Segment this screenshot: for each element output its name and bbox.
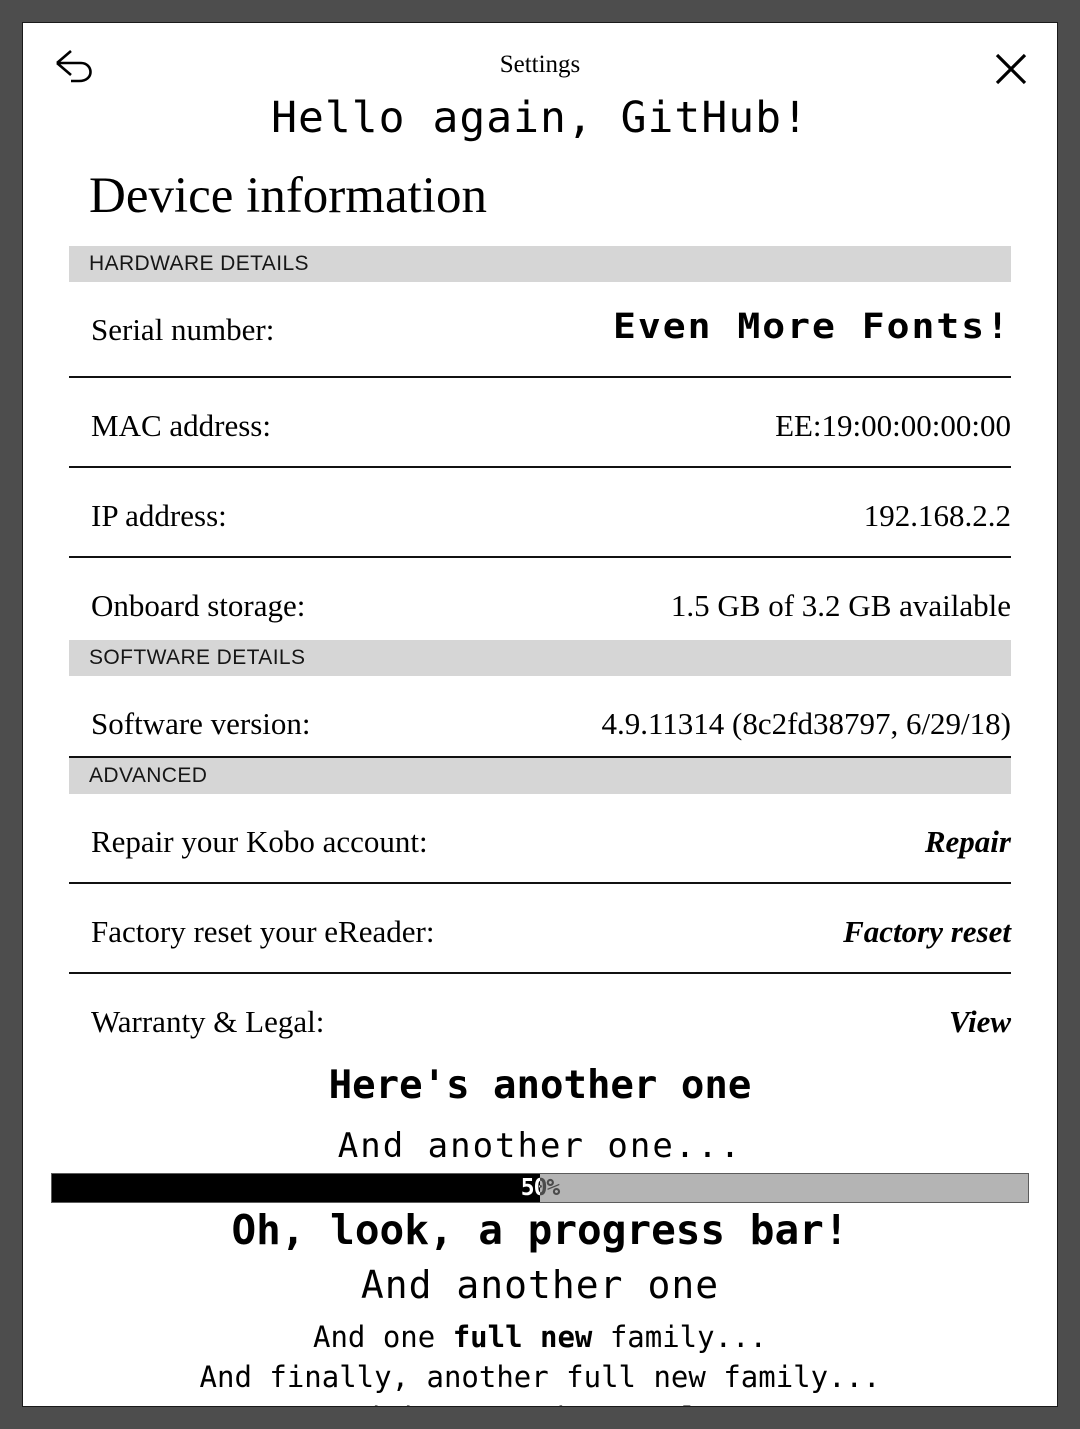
row-value-onboard-storage: 1.5 GB of 3.2 GB available — [670, 588, 1011, 624]
row-value-mac-address: EE:19:00:00:00:00 — [775, 408, 1011, 444]
row-label: Factory reset your eReader: — [91, 914, 435, 950]
table-row-mac-address: MAC address: EE:19:00:00:00:00 — [69, 378, 1011, 469]
row-label: MAC address: — [91, 408, 271, 444]
greeting-banner: Hello again, GitHub! — [271, 93, 809, 143]
section-header-label: ADVANCED — [89, 764, 208, 788]
font-sample-line-5-bold: full new — [452, 1319, 593, 1354]
section-header-hardware: HARDWARE DETAILS — [69, 246, 1011, 283]
font-sample-line-5: And one full new family... — [23, 1319, 1057, 1354]
font-sample-line-5-prefix: And one — [313, 1319, 453, 1354]
row-label: Repair your Kobo account: — [91, 824, 428, 860]
font-sample-line-4: And another one — [360, 1262, 720, 1307]
font-sample-line-5-suffix: family... — [592, 1319, 767, 1354]
progress-bar: 50% — [51, 1172, 1029, 1203]
section-header-label: SOFTWARE DETAILS — [89, 646, 306, 670]
table-row-repair-account[interactable]: Repair your Kobo account: Repair — [69, 794, 1011, 885]
section-header-label: HARDWARE DETAILS — [89, 252, 309, 276]
row-label: Warranty & Legal: — [91, 1004, 325, 1040]
row-label: Onboard storage: — [91, 588, 306, 624]
row-label: Software version: — [91, 706, 311, 742]
table-row-warranty-legal[interactable]: Warranty & Legal: View — [69, 974, 1011, 1056]
table-row-onboard-storage: Onboard storage: 1.5 GB of 3.2 GB availa… — [69, 558, 1011, 640]
screen: Settings Hello again, GitHub! Device inf… — [22, 22, 1058, 1407]
font-sample-line-6: And finally, another full new family... — [199, 1360, 881, 1395]
device-frame: Settings Hello again, GitHub! Device inf… — [0, 0, 1080, 1429]
section-header-software: SOFTWARE DETAILS — [69, 640, 1011, 677]
row-label: IP address: — [91, 498, 227, 534]
font-sample-line-1: Here's another one — [328, 1063, 752, 1109]
row-value-software-version: 4.9.11314 (8c2fd38797, 6/29/18) — [601, 706, 1011, 742]
settings-list: HARDWARE DETAILS Serial number: Even Mor… — [69, 246, 1011, 1056]
font-sample-line-2: And another one... — [337, 1126, 743, 1167]
table-row-ip-address: IP address: 192.168.2.2 — [69, 468, 1011, 559]
view-warranty-button[interactable]: View — [949, 974, 1011, 1040]
page-header-title: Settings — [499, 51, 581, 78]
table-row-software-version: Software version: 4.9.11314 (8c2fd38797,… — [69, 676, 1011, 759]
progress-bar-label: 50% — [520, 1174, 561, 1201]
page-title: Device information — [89, 168, 487, 224]
row-label: Serial number: — [91, 312, 275, 348]
close-icon[interactable] — [991, 49, 1031, 89]
row-value-ip-address: 192.168.2.2 — [863, 498, 1011, 534]
factory-reset-button[interactable]: Factory reset — [843, 884, 1011, 950]
repair-button[interactable]: Repair — [925, 794, 1011, 860]
font-demo-block: Here's another one And another one... 50… — [23, 1063, 1057, 1406]
table-row-serial-number: Serial number: Even More Fonts! — [69, 282, 1011, 379]
table-row-factory-reset[interactable]: Factory reset your eReader: Factory rese… — [69, 884, 1011, 975]
top-bar: Settings — [23, 23, 1057, 85]
section-header-advanced: ADVANCED — [69, 758, 1011, 795]
row-value-serial-number: Even More Fonts! — [612, 305, 1011, 347]
font-sample-line-3: Oh, look, a progress bar! — [231, 1205, 849, 1254]
font-sample-line-7: With a cursive style! — [23, 1402, 1057, 1406]
